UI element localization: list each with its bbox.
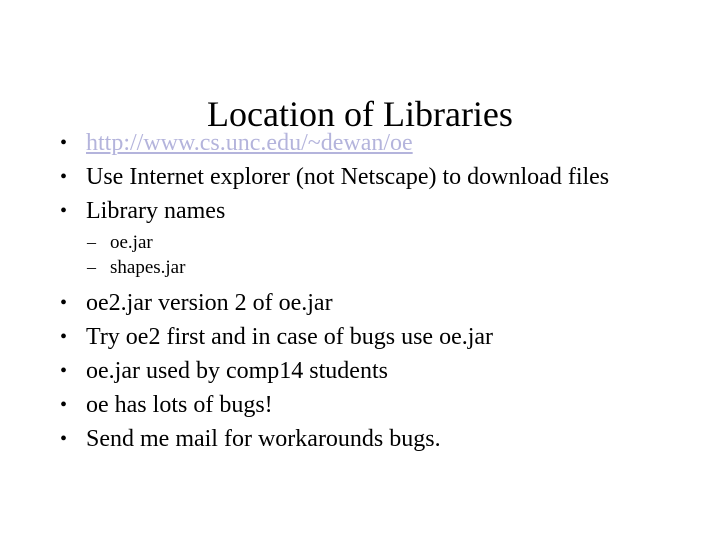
bullet-text: Use Internet explorer (not Netscape) to … [86, 164, 610, 190]
bullet-marker-icon: • [60, 166, 68, 188]
presentation-slide: Location of Libraries • http://www.cs.un… [0, 0, 720, 540]
slide-body: • http://www.cs.unc.edu/~dewan/oe • Use … [56, 128, 664, 458]
bullet-text: oe2.jar version 2 of oe.jar [86, 290, 333, 316]
sub-list-item: – oe.jar [56, 230, 664, 255]
bullet-text: Send me mail for workarounds bugs. [86, 426, 441, 452]
list-item: • Try oe2 first and in case of bugs use … [56, 322, 664, 352]
list-item: • Library names [56, 196, 664, 226]
bullet-marker-icon: • [60, 292, 68, 314]
sub-list-item: – shapes.jar [56, 255, 664, 280]
library-location-link[interactable]: http://www.cs.unc.edu/~dewan/oe [86, 130, 413, 156]
bullet-marker-icon: • [60, 394, 68, 416]
dash-marker-icon: – [87, 232, 96, 252]
bullet-text: Library names [86, 198, 226, 224]
bullet-marker-icon: • [60, 132, 68, 154]
list-item: • oe2.jar version 2 of oe.jar [56, 288, 664, 318]
bullet-marker-icon: • [60, 200, 68, 222]
sub-bullet-text: shapes.jar [110, 257, 186, 278]
bullet-text: http://www.cs.unc.edu/~dewan/oe [86, 128, 664, 158]
bullet-text: oe.jar used by comp14 students [86, 358, 388, 384]
list-item: • http://www.cs.unc.edu/~dewan/oe [56, 128, 664, 158]
list-item: • Send me mail for workarounds bugs. [56, 424, 664, 454]
bullet-marker-icon: • [60, 326, 68, 348]
dash-marker-icon: – [87, 257, 96, 277]
list-item: • oe has lots of bugs! [56, 390, 664, 420]
bullet-marker-icon: • [60, 360, 68, 382]
bullet-text: oe has lots of bugs! [86, 392, 273, 418]
sub-bullet-text: oe.jar [110, 232, 153, 253]
list-item: • oe.jar used by comp14 students [56, 356, 664, 386]
bullet-text: Try oe2 first and in case of bugs use oe… [86, 324, 494, 350]
bullet-marker-icon: • [60, 428, 68, 450]
list-item: • Use Internet explorer (not Netscape) t… [56, 162, 664, 192]
